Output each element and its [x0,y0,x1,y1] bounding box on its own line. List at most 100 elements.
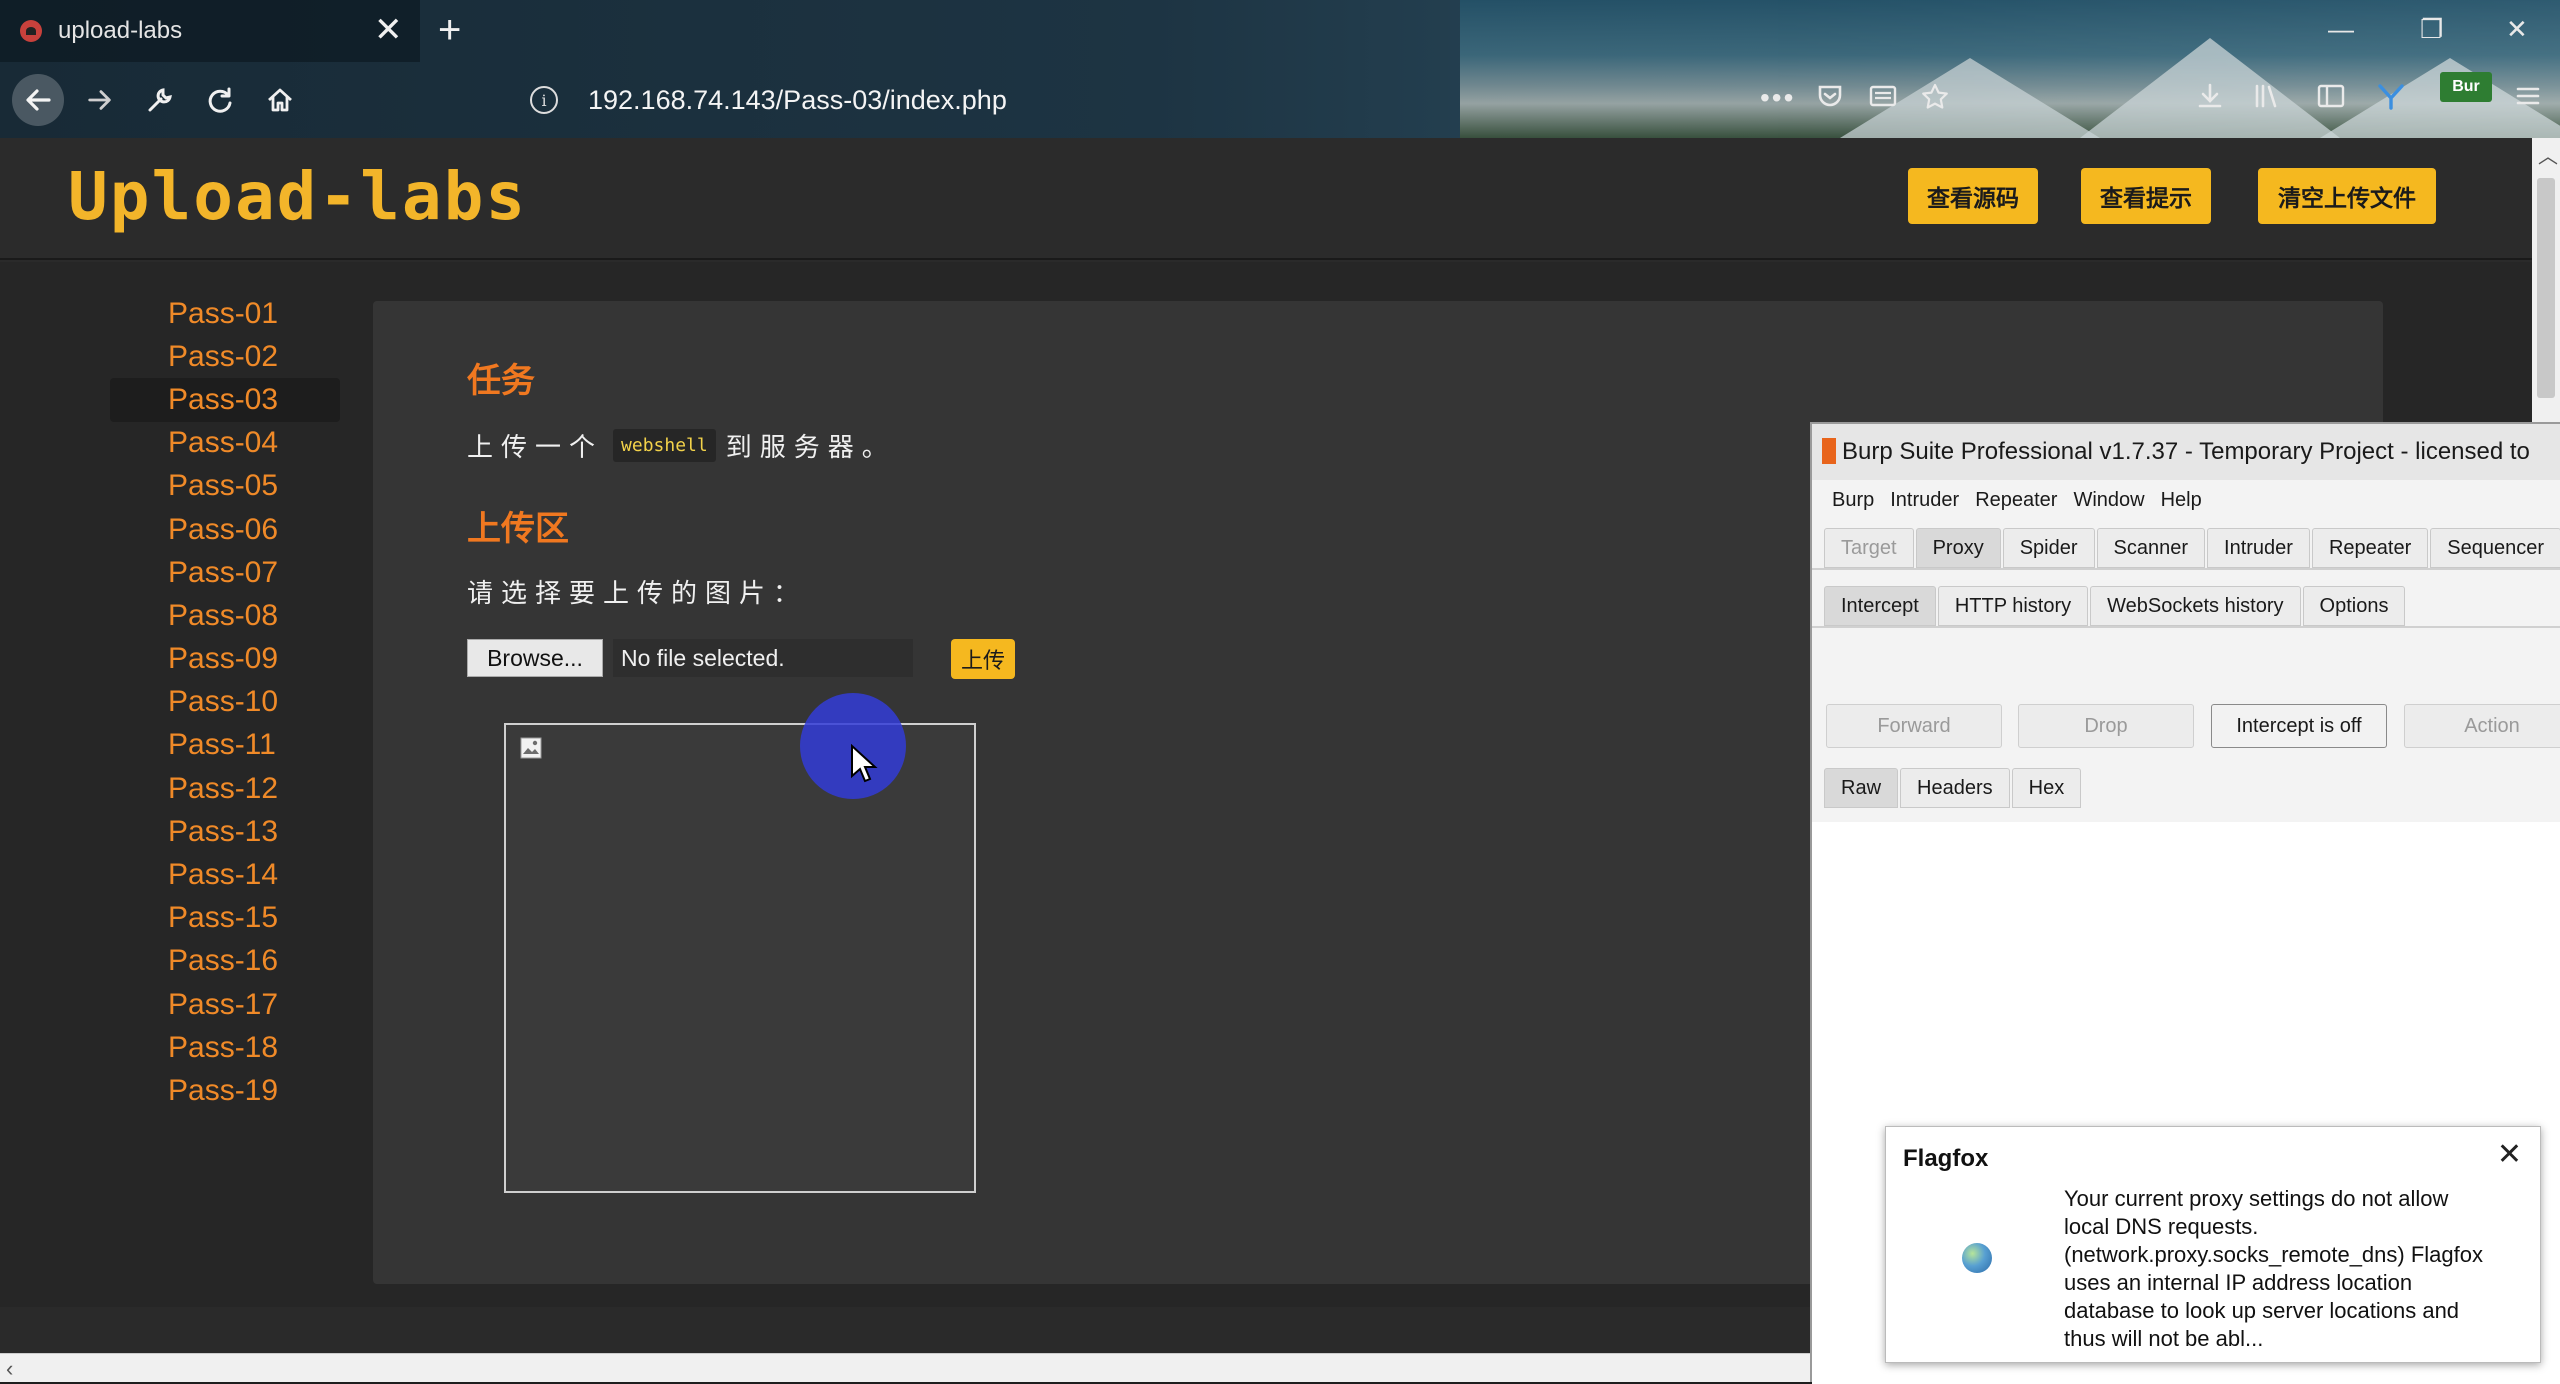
window-close-icon[interactable]: ✕ [2506,14,2528,45]
foxyproxy-icon[interactable] [2376,82,2406,119]
pocket-icon[interactable] [1816,82,1844,117]
flagfox-message-line: uses an internal IP address location [2064,1270,2413,1295]
flagfox-message-line: (network.proxy.socks_remote_dns) Flagfox [2064,1242,2483,1267]
clear-uploads-button[interactable]: 清空上传文件 [2258,168,2436,224]
new-tab-button[interactable]: + [438,10,461,50]
flagfox-message-line: thus will not be abl... [2064,1326,2264,1351]
sidebar-item-pass-10[interactable]: Pass-10 [110,681,340,724]
forward-icon[interactable] [74,74,126,126]
close-icon[interactable]: ✕ [2497,1137,2522,1172]
sidebar-item-pass-07[interactable]: Pass-07 [110,551,340,594]
home-icon[interactable] [254,74,306,126]
sidebar-item-pass-14[interactable]: Pass-14 [110,853,340,896]
image-preview [504,723,976,1193]
menu-icon[interactable] [2514,82,2542,117]
sidebar-item-pass-15[interactable]: Pass-15 [110,897,340,940]
tab-hex[interactable]: Hex [2011,768,2082,808]
tab-intercept[interactable]: Intercept [1824,586,1936,626]
pass-sidebar: Pass-01 Pass-02 Pass-03 Pass-04 Pass-05 … [110,292,340,1113]
tab-http-history[interactable]: HTTP history [1937,586,2089,626]
burp-title-bar[interactable]: Burp Suite Professional v1.7.37 - Tempor… [1812,424,2560,480]
tab-scanner[interactable]: Scanner [2096,528,2206,568]
menu-help[interactable]: Help [2161,489,2202,512]
back-icon[interactable] [12,74,64,126]
sidebar-item-pass-16[interactable]: Pass-16 [110,940,340,983]
minimize-icon[interactable]: — [2328,14,2354,45]
action-button[interactable]: Action [2404,704,2560,748]
reload-icon[interactable] [194,74,246,126]
menu-window[interactable]: Window [2073,489,2144,512]
flagfox-title: Flagfox [1903,1145,1989,1172]
intercept-toggle-button[interactable]: Intercept is off [2211,704,2387,748]
upload-button[interactable]: 上传 [951,639,1015,679]
download-icon[interactable] [2196,82,2224,117]
browser-tab[interactable]: upload-labs [0,0,420,62]
sidebar-item-pass-05[interactable]: Pass-05 [110,465,340,508]
view-hint-button[interactable]: 查看提示 [2081,168,2211,224]
tab-headers[interactable]: Headers [1900,768,2010,808]
scrollbar-thumb[interactable] [2537,178,2555,398]
tab-repeater[interactable]: Repeater [2311,528,2429,568]
sidebar-item-pass-03[interactable]: Pass-03 [110,378,340,422]
site-info-icon[interactable]: i [530,86,558,114]
flagfox-message-line: local DNS requests. [2064,1214,2259,1239]
task-description: 上传一个 webshell 到服务器。 [467,427,896,464]
burp-main-tabs: Target Proxy Spider Scanner Intruder Rep… [1824,528,2560,568]
proxy-sub-tabs: Intercept HTTP history WebSockets histor… [1824,586,2406,626]
flagfox-message: Your current proxy settings do not allow… [2064,1185,2524,1353]
tab-intruder[interactable]: Intruder [2207,528,2310,568]
upload-labs-favicon [20,20,42,42]
wrench-icon[interactable] [134,74,186,126]
tab-websockets-history[interactable]: WebSockets history [2090,586,2301,626]
drop-button[interactable]: Drop [2018,704,2194,748]
restore-icon[interactable]: ❐ [2420,14,2443,45]
menu-burp[interactable]: Burp [1832,489,1874,512]
burp-logo-icon [1822,438,1836,464]
upload-labs-logo: Upload-labs [68,158,528,235]
view-source-button[interactable]: 查看源码 [1908,168,2038,224]
library-icon[interactable] [2252,82,2280,117]
tab-raw[interactable]: Raw [1824,768,1899,808]
sidebar-item-pass-12[interactable]: Pass-12 [110,767,340,810]
tab-strip: upload-labs ✕ + — ❐ ✕ [0,0,2560,62]
selected-file-status: No file selected. [613,639,913,677]
reader-view-icon[interactable] [1868,82,1898,117]
sidebar-item-pass-04[interactable]: Pass-04 [110,422,340,465]
page-actions-icon[interactable]: ••• [1760,82,1795,114]
sidebar-item-pass-13[interactable]: Pass-13 [110,810,340,853]
menu-repeater[interactable]: Repeater [1975,489,2057,512]
tab-target[interactable]: Target [1824,528,1914,568]
scroll-left-icon[interactable]: ‹ [6,1356,13,1382]
forward-button[interactable]: Forward [1826,704,2002,748]
sidebar-icon[interactable] [2316,82,2346,117]
tab-close-icon[interactable]: ✕ [374,12,403,48]
sidebar-item-pass-18[interactable]: Pass-18 [110,1026,340,1069]
sidebar-item-pass-01[interactable]: Pass-01 [110,292,340,335]
flagfox-message-line: database to look up server locations and [2064,1298,2460,1323]
burp-extension-badge[interactable]: Bur [2440,72,2492,102]
tab-options[interactable]: Options [2302,586,2406,626]
nav-bar: i 192.168.74.143/Pass-03/index.php ••• [0,62,2560,138]
menu-intruder[interactable]: Intruder [1890,489,1959,512]
globe-icon [1962,1243,1992,1273]
sidebar-item-pass-02[interactable]: Pass-02 [110,335,340,378]
sidebar-item-pass-08[interactable]: Pass-08 [110,594,340,637]
sidebar-item-pass-11[interactable]: Pass-11 [110,724,340,767]
horizontal-scrollbar[interactable]: ‹ [0,1353,1810,1382]
sidebar-item-pass-17[interactable]: Pass-17 [110,983,340,1026]
browser-chrome: upload-labs ✕ + — ❐ ✕ i 192.168.74.143/P… [0,0,2560,138]
tab-proxy[interactable]: Proxy [1915,528,2001,568]
task-heading: 任务 [467,362,535,400]
bookmark-star-icon[interactable] [1920,82,1950,119]
sidebar-item-pass-19[interactable]: Pass-19 [110,1069,340,1112]
tab-spider[interactable]: Spider [2002,528,2095,568]
tab-sequencer[interactable]: Sequencer [2430,528,2560,568]
sidebar-item-pass-09[interactable]: Pass-09 [110,638,340,681]
webshell-code: webshell [613,429,716,462]
sidebar-item-pass-06[interactable]: Pass-06 [110,508,340,551]
browse-button[interactable]: Browse... [467,639,603,677]
scroll-up-icon[interactable]: ︿ [2538,140,2558,169]
address-bar[interactable]: i 192.168.74.143/Pass-03/index.php [530,76,2030,124]
burp-title-text: Burp Suite Professional v1.7.37 - Tempor… [1842,438,2530,465]
message-view-tabs: Raw Headers Hex [1824,768,2082,808]
